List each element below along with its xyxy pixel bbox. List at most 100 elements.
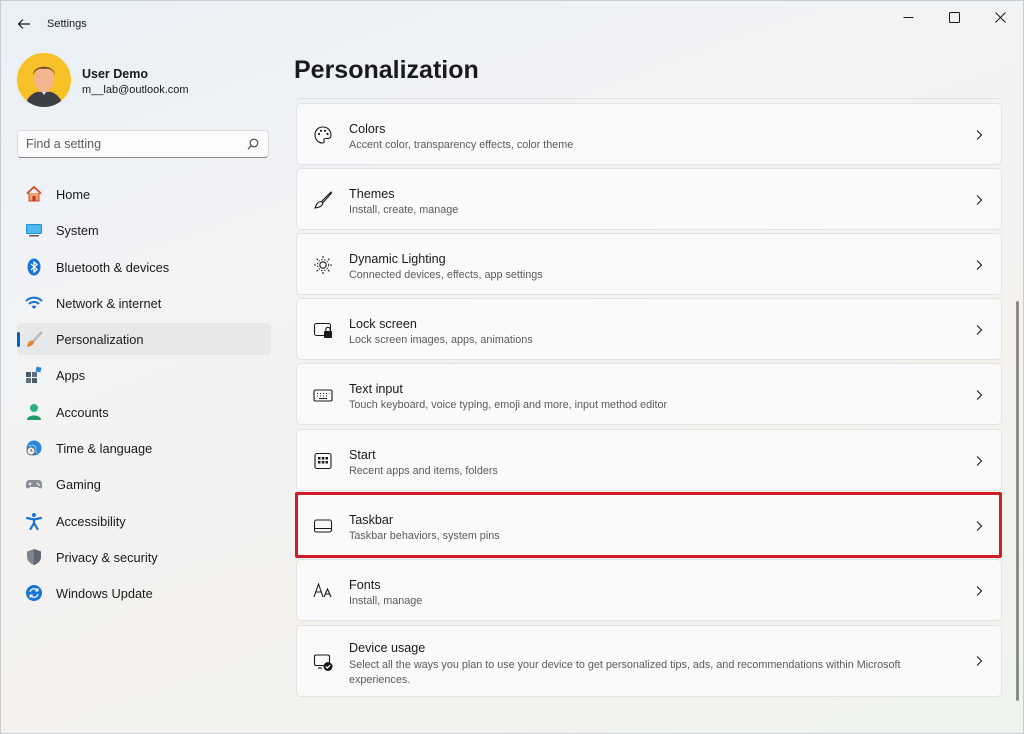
sidebar-item-accessibility[interactable]: Accessibility	[17, 505, 271, 537]
setting-card-start[interactable]: Start Recent apps and items, folders	[296, 429, 1002, 491]
sidebar-item-apps[interactable]: Apps	[17, 359, 271, 391]
sidebar-item-label: Network & internet	[56, 295, 162, 311]
accounts-icon	[27, 403, 41, 420]
sidebar-item-privacy-security[interactable]: Privacy & security	[17, 541, 271, 573]
card-description: Lock screen images, apps, animations	[349, 334, 533, 346]
sidebar-item-label: Gaming	[56, 477, 101, 493]
chevron-right-icon	[976, 586, 983, 596]
apps-icon	[26, 367, 42, 384]
card-title: Themes	[349, 187, 395, 201]
avatar-icon	[17, 53, 71, 107]
sidebar-item-label: Accounts	[56, 404, 109, 420]
chevron-right-icon	[976, 521, 983, 531]
search-icon[interactable]	[247, 138, 259, 150]
globe-clock-icon	[26, 440, 42, 456]
setting-card-dynamic-lighting[interactable]: Dynamic Lighting Connected devices, effe…	[296, 233, 1002, 295]
minimize-icon	[903, 16, 913, 18]
sidebar-item-label: System	[56, 223, 99, 239]
card-title: Device usage	[349, 641, 426, 655]
sidebar-item-home[interactable]: Home	[17, 178, 271, 210]
user-email: m__lab@outlook.com	[82, 84, 189, 96]
sidebar-item-windows-update[interactable]: Windows Update	[17, 577, 271, 609]
accessibility-icon	[25, 512, 43, 530]
setting-card-colors[interactable]: Colors Accent color, transparency effect…	[296, 103, 1002, 165]
card-title: Colors	[349, 122, 386, 136]
maximize-button[interactable]	[931, 1, 977, 33]
sidebar-item-time-language[interactable]: Time & language	[17, 432, 271, 464]
sidebar-item-label: Bluetooth & devices	[56, 259, 170, 275]
keyboard-icon	[313, 389, 333, 402]
card-description: Touch keyboard, voice typing, emoji and …	[349, 399, 668, 411]
back-arrow-icon	[17, 19, 30, 29]
lighting-icon	[314, 256, 332, 274]
paintbrush-icon	[27, 331, 43, 348]
card-title: Dynamic Lighting	[349, 252, 446, 266]
sidebar-nav: Home System Bluetooth & devices Network …	[17, 178, 271, 614]
vertical-scrollbar[interactable]	[1016, 301, 1019, 701]
avatar[interactable]	[17, 53, 71, 107]
card-description: Recent apps and items, folders	[349, 465, 498, 477]
chevron-right-icon	[976, 130, 983, 140]
search-input[interactable]	[18, 131, 238, 157]
sidebar-item-label: Privacy & security	[56, 549, 158, 565]
card-description: Connected devices, effects, app settings	[349, 269, 543, 281]
search-box[interactable]	[17, 130, 269, 158]
setting-card-themes[interactable]: Themes Install, create, manage	[296, 168, 1002, 230]
sidebar-item-label: Accessibility	[56, 513, 126, 529]
card-title: Fonts	[349, 578, 381, 592]
bluetooth-icon	[27, 258, 41, 276]
chevron-right-icon	[976, 456, 983, 466]
sidebar-item-bluetooth[interactable]: Bluetooth & devices	[17, 251, 271, 283]
brush-icon	[314, 191, 333, 209]
card-description: Accent color, transparency effects, colo…	[349, 139, 574, 151]
taskbar-icon	[313, 519, 333, 533]
card-title: Text input	[349, 382, 403, 396]
sidebar-item-label: Personalization	[56, 332, 144, 348]
palette-icon	[314, 126, 332, 144]
sidebar-item-accounts[interactable]: Accounts	[17, 396, 271, 428]
setting-card-device-usage[interactable]: Device usage Select all the ways you pla…	[296, 625, 1002, 697]
card-title: Taskbar	[349, 513, 394, 527]
sidebar-item-network[interactable]: Network & internet	[17, 287, 271, 319]
card-description: Install, create, manage	[349, 204, 459, 216]
wifi-icon	[25, 296, 43, 309]
title-bar: Settings	[1, 1, 1023, 45]
scrolled-card-edge	[296, 98, 1002, 102]
app-title: Settings	[47, 18, 87, 30]
gamepad-icon	[25, 480, 43, 489]
page-title: Personalization	[294, 56, 479, 84]
card-description: Install, manage	[349, 595, 423, 607]
minimize-button[interactable]	[885, 1, 931, 33]
user-name: User Demo	[82, 67, 148, 81]
fonts-icon	[313, 582, 332, 598]
chevron-right-icon	[976, 656, 983, 666]
sidebar-item-label: Home	[56, 187, 91, 202]
sidebar-item-gaming[interactable]: Gaming	[17, 468, 271, 500]
sidebar-item-label: Windows Update	[56, 586, 153, 602]
sidebar-item-personalization[interactable]: Personalization	[17, 323, 271, 356]
card-title: Lock screen	[349, 317, 417, 331]
card-description: Select all the ways you plan to use your…	[349, 659, 901, 686]
update-icon	[26, 585, 42, 602]
start-icon	[314, 452, 332, 470]
chevron-right-icon	[976, 195, 983, 205]
sidebar-item-label: Time & language	[56, 441, 153, 457]
device-usage-icon	[313, 654, 333, 671]
back-button[interactable]	[11, 11, 37, 37]
setting-card-lock-screen[interactable]: Lock screen Lock screen images, apps, an…	[296, 298, 1002, 360]
setting-card-fonts[interactable]: Fonts Install, manage	[296, 559, 1002, 621]
close-button[interactable]	[977, 1, 1023, 33]
setting-card-taskbar[interactable]: Taskbar Taskbar behaviors, system pins	[296, 494, 1002, 556]
sidebar-item-label: Apps	[56, 368, 86, 384]
card-title: Start	[349, 448, 376, 462]
card-description: Taskbar behaviors, system pins	[349, 530, 500, 542]
chevron-right-icon	[976, 325, 983, 335]
system-monitor-icon	[26, 224, 42, 237]
lock-screen-icon	[313, 322, 332, 338]
settings-window: Settings User Demo m__lab@outlook.com Fi…	[0, 0, 1024, 734]
selection-indicator	[17, 332, 20, 348]
close-icon	[994, 11, 1006, 23]
setting-card-text-input[interactable]: Text input Touch keyboard, voice typing,…	[296, 363, 1002, 425]
sidebar-item-system[interactable]: System	[17, 214, 271, 246]
maximize-icon	[948, 11, 960, 23]
